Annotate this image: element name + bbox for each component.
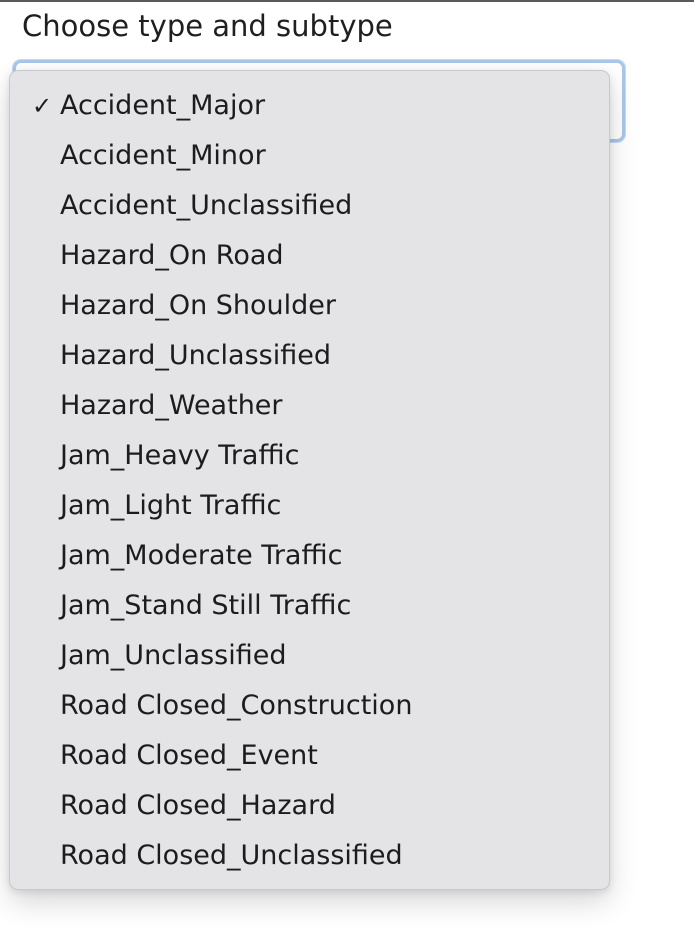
type-subtype-label: Choose type and subtype xyxy=(22,9,393,43)
option-label: Jam_Stand Still Traffic xyxy=(60,590,352,621)
dropdown-option[interactable]: Road Closed_Unclassified xyxy=(10,831,609,881)
page: Choose type and subtype ✓ Accident_Major… xyxy=(0,0,694,950)
option-label: Hazard_On Road xyxy=(60,240,284,271)
option-label: Accident_Unclassified xyxy=(60,190,353,221)
option-label: Accident_Major xyxy=(60,90,266,121)
option-label: Accident_Minor xyxy=(60,140,266,171)
option-label: Hazard_On Shoulder xyxy=(60,290,337,321)
dropdown-option[interactable]: Road Closed_Construction xyxy=(10,681,609,731)
option-label: Road Closed_Event xyxy=(60,740,318,771)
dropdown-option[interactable]: Road Closed_Hazard xyxy=(10,781,609,831)
option-label: Hazard_Weather xyxy=(60,390,283,421)
top-divider xyxy=(0,0,694,2)
option-label: Jam_Unclassified xyxy=(60,640,287,671)
dropdown-option[interactable]: Jam_Stand Still Traffic xyxy=(10,581,609,631)
dropdown-option[interactable]: Hazard_On Road xyxy=(10,231,609,281)
dropdown-option[interactable]: Hazard_Unclassified xyxy=(10,331,609,381)
dropdown-option[interactable]: Hazard_On Shoulder xyxy=(10,281,609,331)
dropdown-option[interactable]: Jam_Heavy Traffic xyxy=(10,431,609,481)
type-subtype-dropdown-menu: ✓ Accident_Major Accident_Minor Accident… xyxy=(9,70,610,890)
dropdown-options-list: ✓ Accident_Major Accident_Minor Accident… xyxy=(10,81,609,881)
dropdown-option[interactable]: Hazard_Weather xyxy=(10,381,609,431)
dropdown-option[interactable]: Jam_Unclassified xyxy=(10,631,609,681)
option-label: Road Closed_Construction xyxy=(60,690,413,721)
dropdown-option[interactable]: Jam_Light Traffic xyxy=(10,481,609,531)
option-label: Jam_Moderate Traffic xyxy=(60,540,343,571)
option-label: Road Closed_Unclassified xyxy=(60,840,403,871)
option-label: Jam_Light Traffic xyxy=(60,490,282,521)
option-label: Hazard_Unclassified xyxy=(60,340,331,371)
option-label: Road Closed_Hazard xyxy=(60,790,336,821)
checkmark-icon: ✓ xyxy=(31,92,53,120)
option-label: Jam_Heavy Traffic xyxy=(60,440,300,471)
dropdown-option[interactable]: Accident_Unclassified xyxy=(10,181,609,231)
dropdown-option[interactable]: Accident_Minor xyxy=(10,131,609,181)
dropdown-option[interactable]: ✓ Accident_Major xyxy=(10,81,609,131)
dropdown-option[interactable]: Road Closed_Event xyxy=(10,731,609,781)
dropdown-option[interactable]: Jam_Moderate Traffic xyxy=(10,531,609,581)
